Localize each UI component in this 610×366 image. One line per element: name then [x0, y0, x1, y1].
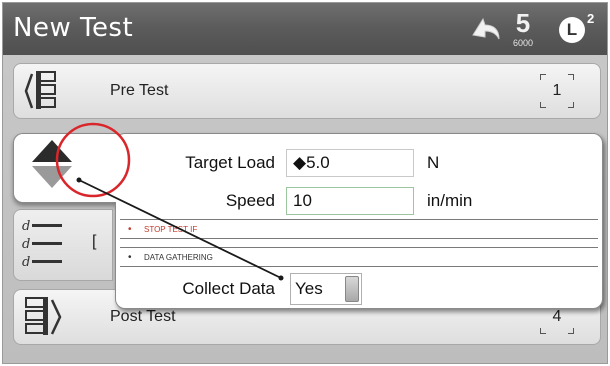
target-arrows-icon	[28, 138, 76, 195]
svg-text:d: d	[22, 255, 30, 270]
svg-text:d: d	[22, 219, 30, 234]
post-test-label: Post Test	[110, 308, 176, 325]
data-row-clipped-label: [	[92, 233, 97, 250]
stop-test-if-header[interactable]: • STOP TEST IF	[120, 219, 598, 239]
speed-label: Speed	[225, 191, 275, 210]
collect-data-toggle-knob[interactable]	[345, 276, 359, 302]
specimen-count-icon[interactable]: 5 6000	[505, 9, 541, 51]
data-gathering-header[interactable]: • DATA GATHERING	[120, 247, 598, 267]
speed-unit: in/min	[427, 191, 473, 210]
login-level: 2	[587, 11, 595, 26]
screen: New Test 5 6000 L 2 Pre Test 1 d d d [P…	[2, 2, 608, 364]
target-load-label: Target Load	[185, 153, 275, 172]
data-lines-icon: d d d	[22, 216, 66, 277]
post-test-icon	[24, 296, 72, 343]
pre-test-icon	[24, 70, 72, 117]
pre-test-count-badge: 1	[540, 74, 574, 108]
login-letter: L	[559, 17, 585, 43]
speed-input[interactable]: 10	[286, 187, 414, 215]
pre-test-label: Pre Test	[110, 82, 169, 99]
svg-text:d: d	[22, 237, 30, 252]
specimen-count-number: 6000	[512, 38, 534, 48]
data-gathering-row[interactable]: d d d [	[13, 209, 113, 281]
target-load-unit: N	[427, 153, 440, 172]
collect-data-select[interactable]: Yes	[290, 273, 362, 305]
page-title: New Test	[13, 13, 134, 43]
collect-data-label: Collect Data	[182, 279, 275, 298]
target-load-input[interactable]: ◆5.0	[286, 149, 414, 177]
header-bar: New Test 5 6000 L 2	[3, 3, 607, 55]
undo-arrow-icon[interactable]	[469, 13, 503, 48]
target-section-tab[interactable]	[13, 133, 117, 203]
pre-test-row[interactable]: Pre Test 1	[13, 63, 601, 119]
